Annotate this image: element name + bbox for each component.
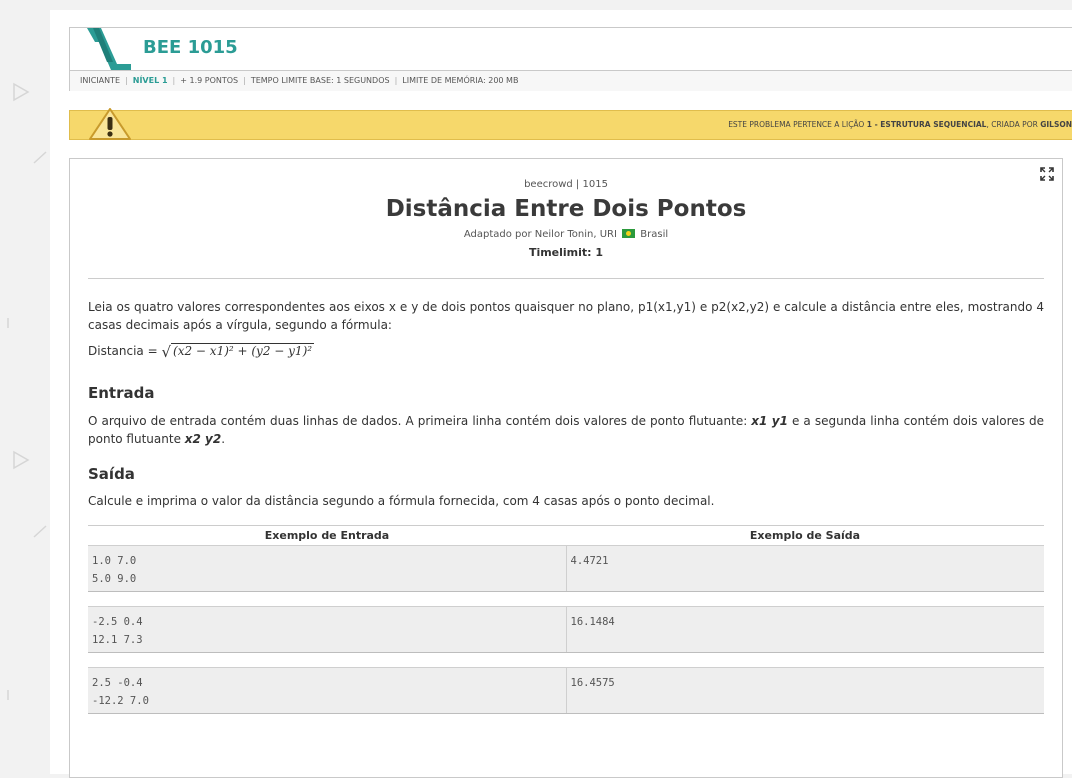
example-row: 1.0 7.0 5.0 9.0 4.4721 (88, 545, 1044, 592)
distance-formula: Distancia = √ (x2 − x1)² + (y2 − y1)² (88, 343, 315, 361)
problem-code-title: BEE 1015 (143, 37, 238, 58)
memory-limit-label: LIMITE DE MEMÓRIA: 200 MB (402, 76, 519, 85)
warning-triangle-icon (89, 108, 131, 140)
lesson-link[interactable]: 1 - ESTRUTURA SEQUENCIAL (867, 120, 987, 129)
output-description: Calcule e imprima o valor da distância s… (88, 494, 715, 508)
output-example-header: Exemplo de Saída (749, 529, 861, 542)
adapted-by-line: Adaptado por Neilor Tonin, URI Brasil (463, 229, 669, 240)
timelimit-label: Timelimit: 1 (528, 246, 604, 259)
formula-radicand: (x2 − x1)² + (y2 − y1)² (171, 343, 315, 358)
example-input[interactable]: -2.5 0.4 12.1 7.3 (88, 607, 566, 652)
points-label: + 1.9 PONTOS (180, 76, 239, 85)
problem-meta-bar: INICIANTE | NÍVEL 1 | + 1.9 PONTOS | TEMPO LIM… (70, 70, 1072, 91)
beecrowd-logo-icon (87, 28, 131, 70)
problem-description: Leia os quatro valores correspondentes a… (88, 300, 1044, 332)
divider (88, 278, 1044, 279)
input-example-header: Exemplo de Entrada (264, 529, 390, 542)
examples-table: Exemplo de Entrada Exemplo de Saída 1.0 … (88, 525, 1044, 728)
page-container: BEE 1015 INICIANTE | NÍVEL 1 | + 1.9 PONTOS |… (50, 10, 1072, 778)
lesson-warning-text: ESTE PROBLEMA PERTENCE A LIÇÃO 1 - ESTRU… (728, 120, 1072, 129)
example-output[interactable]: 4.4721 (565, 546, 1045, 591)
examples-header: Exemplo de Entrada Exemplo de Saída (88, 525, 1044, 545)
brazil-flag-icon (622, 229, 636, 238)
input-description: O arquivo de entrada contém duas linhas … (88, 414, 1044, 446)
time-limit-label: TEMPO LIMITE BASE: 1 SEGUNDOS (250, 76, 390, 85)
problem-header: BEE 1015 INICIANTE | NÍVEL 1 | + 1.9 PONTOS |… (69, 27, 1072, 91)
example-row: -2.5 0.4 12.1 7.3 16.1484 (88, 606, 1044, 653)
problem-source: beecrowd | 1015 (524, 179, 608, 190)
category-label: INICIANTE (80, 76, 121, 85)
lesson-warning-banner: ESTE PROBLEMA PERTENCE A LIÇÃO 1 - ESTRU… (69, 108, 1072, 140)
example-output[interactable]: 16.1484 (565, 607, 1045, 652)
output-heading: Saída (88, 465, 135, 483)
page-title: Distância Entre Dois Pontos (385, 196, 747, 222)
example-row: 2.5 -0.4 -12.2 7.0 16.4575 (88, 667, 1044, 714)
author-link[interactable]: GILSON (1040, 120, 1072, 129)
example-output[interactable]: 16.4575 (565, 668, 1045, 713)
input-heading: Entrada (88, 384, 155, 402)
formula-label: Distancia = (88, 344, 162, 358)
level-label: NÍVEL 1 (132, 76, 168, 85)
problem-panel: beecrowd | 1015 Distância Entre Dois Pon… (69, 158, 1063, 778)
example-input[interactable]: 1.0 7.0 5.0 9.0 (88, 546, 566, 591)
example-input[interactable]: 2.5 -0.4 -12.2 7.0 (88, 668, 566, 713)
